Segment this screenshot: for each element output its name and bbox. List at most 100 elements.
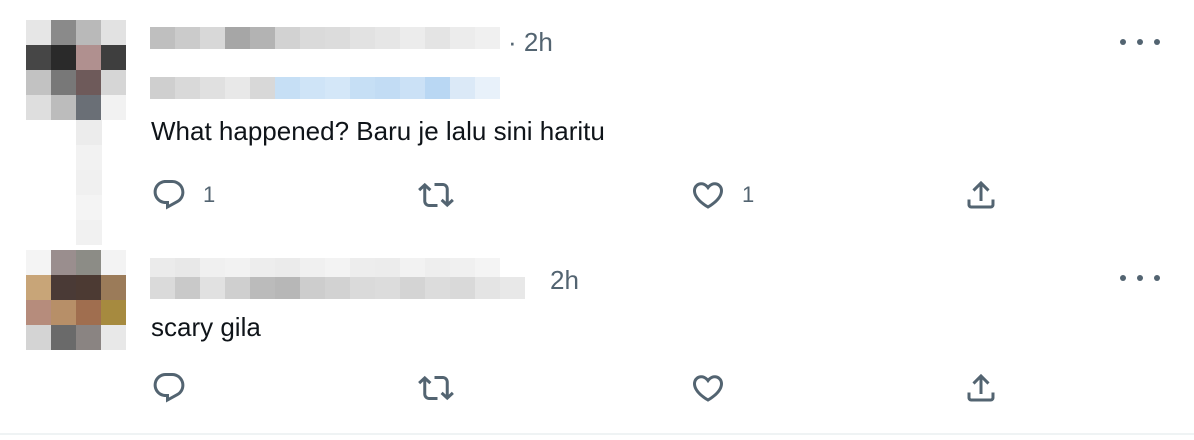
handle-blur-pixel xyxy=(425,77,450,99)
avatar-pixel xyxy=(26,275,51,300)
avatar-pixel xyxy=(101,20,126,45)
more-icon-dot xyxy=(1154,39,1160,45)
handle-blur-pixel xyxy=(500,277,525,299)
handle-blur-pixel xyxy=(425,277,450,299)
share-button[interactable] xyxy=(963,368,999,408)
avatar-pixel xyxy=(51,95,76,120)
thread-line-pixel xyxy=(76,120,102,145)
thread-line-pixel xyxy=(76,145,102,170)
reply-to-handle-blurred[interactable] xyxy=(150,77,500,99)
more-icon xyxy=(1120,275,1126,281)
name-blur-pixel xyxy=(375,27,400,49)
reply-button[interactable]: 1 xyxy=(151,175,215,215)
avatar-pixel xyxy=(51,70,76,95)
share-icon xyxy=(967,373,995,402)
author-name-blurred[interactable] xyxy=(150,258,500,280)
handle-blur-pixel xyxy=(175,77,200,99)
handle-blur-pixel xyxy=(150,277,175,299)
tweet-1[interactable]: · 2h What happened? Baru je lalu sini ha… xyxy=(0,0,1194,245)
reply-icon xyxy=(153,180,185,210)
handle-blur-pixel xyxy=(375,277,400,299)
name-blur-pixel xyxy=(450,27,475,49)
avatar-pixel xyxy=(26,300,51,325)
thread-line-pixel xyxy=(76,170,102,195)
avatar-pixel xyxy=(26,95,51,120)
name-blur-pixel xyxy=(400,27,425,49)
name-blur-pixel xyxy=(350,27,375,49)
author-name-blurred[interactable] xyxy=(150,27,500,49)
avatar-pixel xyxy=(101,70,126,95)
name-blur-pixel xyxy=(475,27,500,49)
handle-blur-pixel xyxy=(300,77,325,99)
avatar[interactable] xyxy=(26,20,126,120)
handle-blur-pixel xyxy=(300,277,325,299)
handle-blur-pixel xyxy=(250,277,275,299)
handle-blur-pixel xyxy=(325,277,350,299)
more-icon-dot xyxy=(1154,275,1160,281)
name-blur-pixel xyxy=(200,27,225,49)
name-blur-pixel xyxy=(225,27,250,49)
retweet-icon xyxy=(418,182,454,208)
timestamp[interactable]: · 2h xyxy=(508,27,553,57)
avatar-pixel xyxy=(101,325,126,350)
handle-blur-pixel xyxy=(475,277,500,299)
avatar-pixel xyxy=(76,250,101,275)
handle-blur-pixel xyxy=(225,77,250,99)
avatar-pixel xyxy=(26,45,51,70)
avatar-pixel xyxy=(51,45,76,70)
avatar-pixel xyxy=(26,250,51,275)
avatar-pixel xyxy=(101,45,126,70)
handle-blur-pixel xyxy=(400,277,425,299)
reply-count: 1 xyxy=(203,182,216,207)
like-count: 1 xyxy=(742,182,755,207)
like-button[interactable] xyxy=(690,368,726,408)
more-options-button[interactable] xyxy=(1120,32,1160,52)
handle-blur-pixel xyxy=(150,77,175,99)
tweet-2[interactable]: 2h scary gila xyxy=(0,240,1194,435)
name-blur-pixel xyxy=(325,27,350,49)
avatar-pixel xyxy=(76,20,101,45)
more-options-button[interactable] xyxy=(1120,268,1160,288)
retweet-button[interactable] xyxy=(418,368,454,408)
author-handle-blurred[interactable] xyxy=(150,277,525,299)
reply-button[interactable] xyxy=(151,368,187,408)
like-button[interactable]: 1 xyxy=(690,175,754,215)
share-button[interactable] xyxy=(963,175,999,215)
handle-blur-pixel xyxy=(275,77,300,99)
avatar-pixel xyxy=(51,275,76,300)
handle-blur-pixel xyxy=(475,77,500,99)
name-blur-pixel xyxy=(425,27,450,49)
avatar-pixel xyxy=(76,300,101,325)
handle-blur-pixel xyxy=(375,77,400,99)
handle-blur-pixel xyxy=(325,77,350,99)
like-icon xyxy=(692,375,724,402)
name-blur-pixel xyxy=(250,27,275,49)
avatar-pixel xyxy=(76,95,101,120)
retweet-button[interactable] xyxy=(418,175,454,215)
handle-blur-pixel xyxy=(200,277,225,299)
handle-blur-pixel xyxy=(350,277,375,299)
more-icon-dot xyxy=(1137,275,1143,281)
avatar-pixel xyxy=(101,275,126,300)
handle-blur-pixel xyxy=(275,277,300,299)
more-icon-dot xyxy=(1137,39,1143,45)
reply-icon xyxy=(153,373,185,403)
handle-blur-pixel xyxy=(450,77,475,99)
avatar-pixel xyxy=(101,300,126,325)
avatar-pixel xyxy=(26,325,51,350)
avatar-pixel xyxy=(51,300,76,325)
handle-blur-pixel xyxy=(250,77,275,99)
thread-line-pixel xyxy=(76,195,102,220)
name-blur-pixel xyxy=(275,27,300,49)
handle-blur-pixel xyxy=(200,77,225,99)
avatar-pixel xyxy=(51,325,76,350)
avatar-pixel xyxy=(76,275,101,300)
avatar-pixel xyxy=(51,20,76,45)
tweet-text: scary gila xyxy=(151,312,261,342)
avatar[interactable] xyxy=(26,250,126,350)
more-icon xyxy=(1120,39,1126,45)
avatar-pixel xyxy=(76,45,101,70)
divider xyxy=(0,433,1194,435)
timestamp[interactable]: 2h xyxy=(550,265,579,295)
handle-blur-pixel xyxy=(450,277,475,299)
